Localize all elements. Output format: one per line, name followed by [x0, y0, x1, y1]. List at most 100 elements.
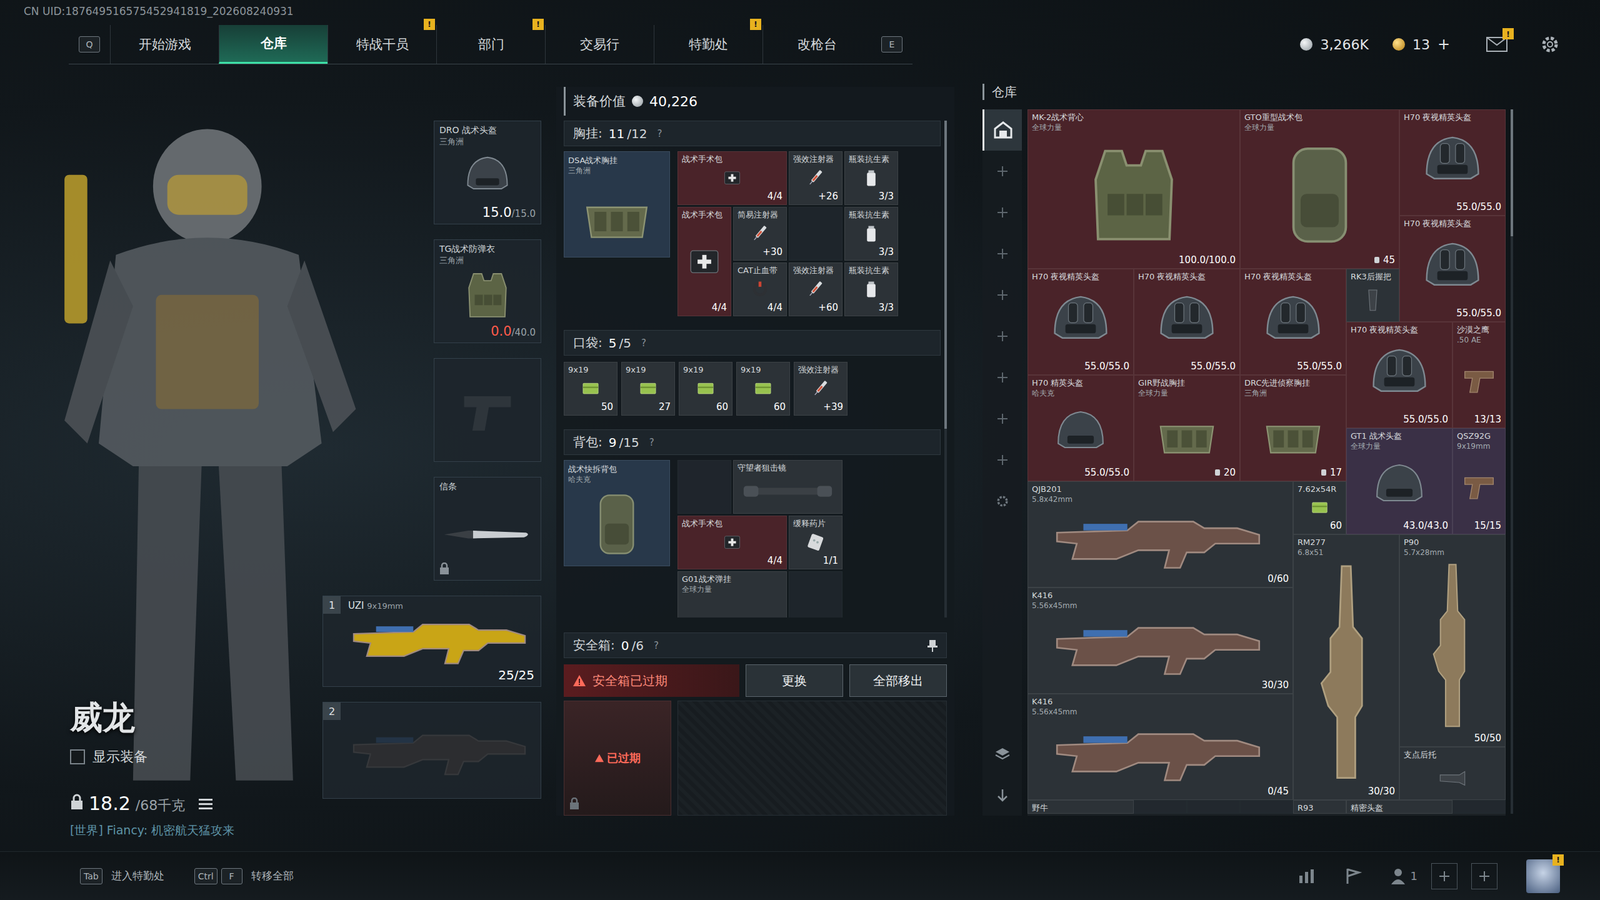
warehouse-item[interactable]: 沙漠之鹰.50 AE 13/13 — [1452, 321, 1506, 429]
flag-icon[interactable] — [1344, 867, 1362, 885]
warehouse-item[interactable]: 7.62x54R 60 — [1293, 481, 1347, 535]
warehouse-tab[interactable] — [982, 150, 1022, 192]
weapon-slot[interactable]: 2 — [322, 701, 542, 799]
gear-icon[interactable] — [1540, 34, 1560, 55]
show-gear-toggle[interactable]: 显示装备 — [70, 747, 322, 767]
chest-rig-icon — [1245, 400, 1341, 467]
warehouse-item[interactable]: GIR野战胸挂全球力量 20 — [1133, 375, 1240, 482]
warehouse-item[interactable]: H70 精英头盔哈夫克 55.0/55.0 — [1027, 375, 1134, 482]
squad-button[interactable]: 1 — [1390, 868, 1418, 885]
pocket-item[interactable]: 9x19 27 — [621, 361, 675, 416]
nav-tab[interactable]: 部门 ! — [436, 25, 545, 64]
checkbox[interactable] — [70, 749, 85, 765]
safebox-button[interactable]: 全部移出 — [849, 664, 947, 697]
warehouse-tab[interactable] — [982, 274, 1022, 316]
nav-tab[interactable]: 交易行 — [545, 25, 654, 64]
player-avatar[interactable]: ! — [1526, 859, 1560, 894]
warehouse-item[interactable]: H70 夜视精英头盔 55.0/55.0 — [1346, 321, 1453, 429]
attachment-icon — [1405, 761, 1500, 796]
warehouse-tab[interactable] — [982, 191, 1022, 234]
key-hint[interactable]: CtrlF 转移全部 — [194, 868, 294, 885]
warehouse-item[interactable]: GTO重型战术包全球力量 45 — [1240, 109, 1400, 269]
mail-button[interactable]: ! — [1486, 36, 1508, 52]
chest-rig-slot[interactable]: DSA战术胸挂三角洲 — [563, 151, 670, 258]
inventory-item[interactable]: CAT止血带 4/4 — [733, 262, 787, 317]
warehouse-item[interactable]: QSZ92G9x19mm 15/15 — [1452, 428, 1506, 535]
backpack-slot[interactable]: 战术快拆背包哈夫克 — [563, 460, 670, 567]
pocket-item[interactable]: 强效注射器 +39 — [793, 361, 848, 416]
warehouse-item[interactable]: R93 — [1293, 800, 1347, 814]
warehouse-item[interactable]: K4165.56x45mm 30/30 — [1027, 587, 1294, 694]
nav-tab[interactable]: 改枪台 — [762, 25, 872, 64]
nav-tab[interactable]: 特战干员 ! — [327, 25, 437, 64]
list-icon[interactable] — [198, 797, 213, 810]
sort-button[interactable] — [982, 774, 1022, 816]
prev-tab-key[interactable]: Q — [78, 36, 100, 53]
alert-badge: ! — [1502, 28, 1514, 40]
inventory-item[interactable]: 瓶装抗生素 3/3 — [844, 262, 899, 317]
inventory-item[interactable]: 战术手术包 4/4 — [677, 151, 787, 205]
warehouse-item[interactable]: RK3后握把 — [1346, 268, 1400, 322]
uid-label: CN UID:187649516575452941819_20260824093… — [0, 0, 1600, 23]
warehouse-item[interactable]: QJB2015.8x42mm 0/60 — [1027, 481, 1294, 588]
safebox-slot[interactable]: 已过期 — [563, 700, 672, 816]
warehouse-tab[interactable] — [982, 233, 1022, 275]
invite-slot[interactable] — [1471, 863, 1498, 890]
pocket-item[interactable]: 9x19 60 — [678, 361, 733, 416]
warehouse-tab[interactable] — [982, 109, 1022, 151]
invite-slot[interactable] — [1431, 863, 1458, 890]
warehouse-item[interactable]: 野牛 — [1027, 800, 1134, 814]
next-tab-key[interactable]: E — [881, 36, 903, 53]
nav-tab[interactable]: 仓库 — [218, 25, 328, 64]
warehouse-item[interactable]: H70 夜视精英头盔 55.0/55.0 — [1240, 268, 1347, 375]
safebox-button[interactable]: 更换 — [745, 664, 844, 697]
warehouse-item[interactable]: H70 夜视精英头盔 55.0/55.0 — [1399, 109, 1506, 216]
warehouse-tab[interactable] — [982, 315, 1022, 357]
warehouse-item[interactable]: 支点后托 — [1399, 746, 1506, 800]
gear-slot[interactable] — [433, 358, 542, 462]
gear-slot[interactable]: DRO 战术头盔三角洲 15.0/15.0 — [433, 120, 542, 225]
pocket-item[interactable]: 9x19 60 — [736, 361, 790, 416]
warehouse-tab[interactable] — [982, 480, 1022, 522]
inventory-item[interactable]: 战术手术包 4/4 — [677, 515, 787, 570]
inventory-item[interactable]: 战术手术包 4/4 — [677, 206, 732, 317]
warehouse-item[interactable]: GT1 战术头盔全球力量 43.0/43.0 — [1346, 428, 1453, 535]
layers-button[interactable] — [982, 733, 1022, 775]
scrollbar[interactable] — [1510, 109, 1514, 814]
stats-icon[interactable] — [1298, 868, 1316, 885]
warehouse-item[interactable]: H70 夜视精英头盔 55.0/55.0 — [1399, 215, 1506, 322]
warehouse-tab[interactable] — [982, 439, 1022, 481]
inventory-item[interactable]: 瓶装抗生素 3/3 — [844, 151, 899, 205]
chest-rig-header: 胸挂: 11/12 ? — [563, 120, 941, 147]
add-gold-button[interactable]: + — [1437, 35, 1450, 54]
chest-rig-icon — [569, 177, 665, 253]
inventory-item[interactable]: 缓释药片 1/1 — [788, 515, 843, 570]
inventory-item[interactable]: 守望者狙击镜 — [733, 460, 843, 514]
warehouse-tab[interactable] — [982, 356, 1022, 399]
inventory-item[interactable]: G01战术弹挂全球力量 — [677, 571, 787, 618]
warehouse-item[interactable]: MK-2战术背心全球力量 100.0/100.0 — [1027, 109, 1240, 269]
warehouse-item[interactable]: P905.7x28mm 50/50 — [1399, 534, 1506, 747]
pocket-item[interactable]: 9x19 50 — [563, 361, 618, 416]
warehouse-item[interactable]: RM2776.8x51 30/30 — [1293, 534, 1400, 800]
pin-icon[interactable] — [927, 639, 938, 652]
gear-slot[interactable]: 信条 — [433, 476, 542, 581]
inventory-item[interactable]: 强效注射器 +26 — [788, 151, 843, 205]
chest-rig-icon — [1139, 400, 1235, 467]
gear-slot[interactable]: TG战术防弹衣三角洲 0.0/40.0 — [433, 239, 542, 344]
warehouse-tab[interactable] — [982, 398, 1022, 440]
nav-tab[interactable]: 特勤处 ! — [653, 25, 763, 64]
scrollbar[interactable] — [944, 120, 947, 618]
warehouse-item[interactable]: 精密头盔 — [1346, 800, 1453, 814]
inventory-item[interactable]: 强效注射器 +60 — [788, 262, 843, 317]
warehouse-item[interactable]: H70 夜视精英头盔 55.0/55.0 — [1133, 268, 1240, 375]
rifle-icon — [1033, 612, 1288, 679]
inventory-item[interactable]: 简易注射器 +30 — [733, 206, 787, 261]
key-hint[interactable]: Tab 进入特勤处 — [80, 868, 165, 885]
weapon-slot[interactable]: 1 UZI 9x19mm 25/25 — [322, 595, 542, 687]
warehouse-item[interactable]: H70 夜视精英头盔 55.0/55.0 — [1027, 268, 1134, 375]
nav-tab[interactable]: 开始游戏 — [110, 25, 219, 64]
warehouse-item[interactable]: DRC先进侦察胸挂三角洲 17 — [1240, 375, 1347, 482]
inventory-item[interactable]: 瓶装抗生素 3/3 — [844, 206, 899, 261]
warehouse-item[interactable]: K4165.56x45mm 0/45 — [1027, 693, 1294, 800]
